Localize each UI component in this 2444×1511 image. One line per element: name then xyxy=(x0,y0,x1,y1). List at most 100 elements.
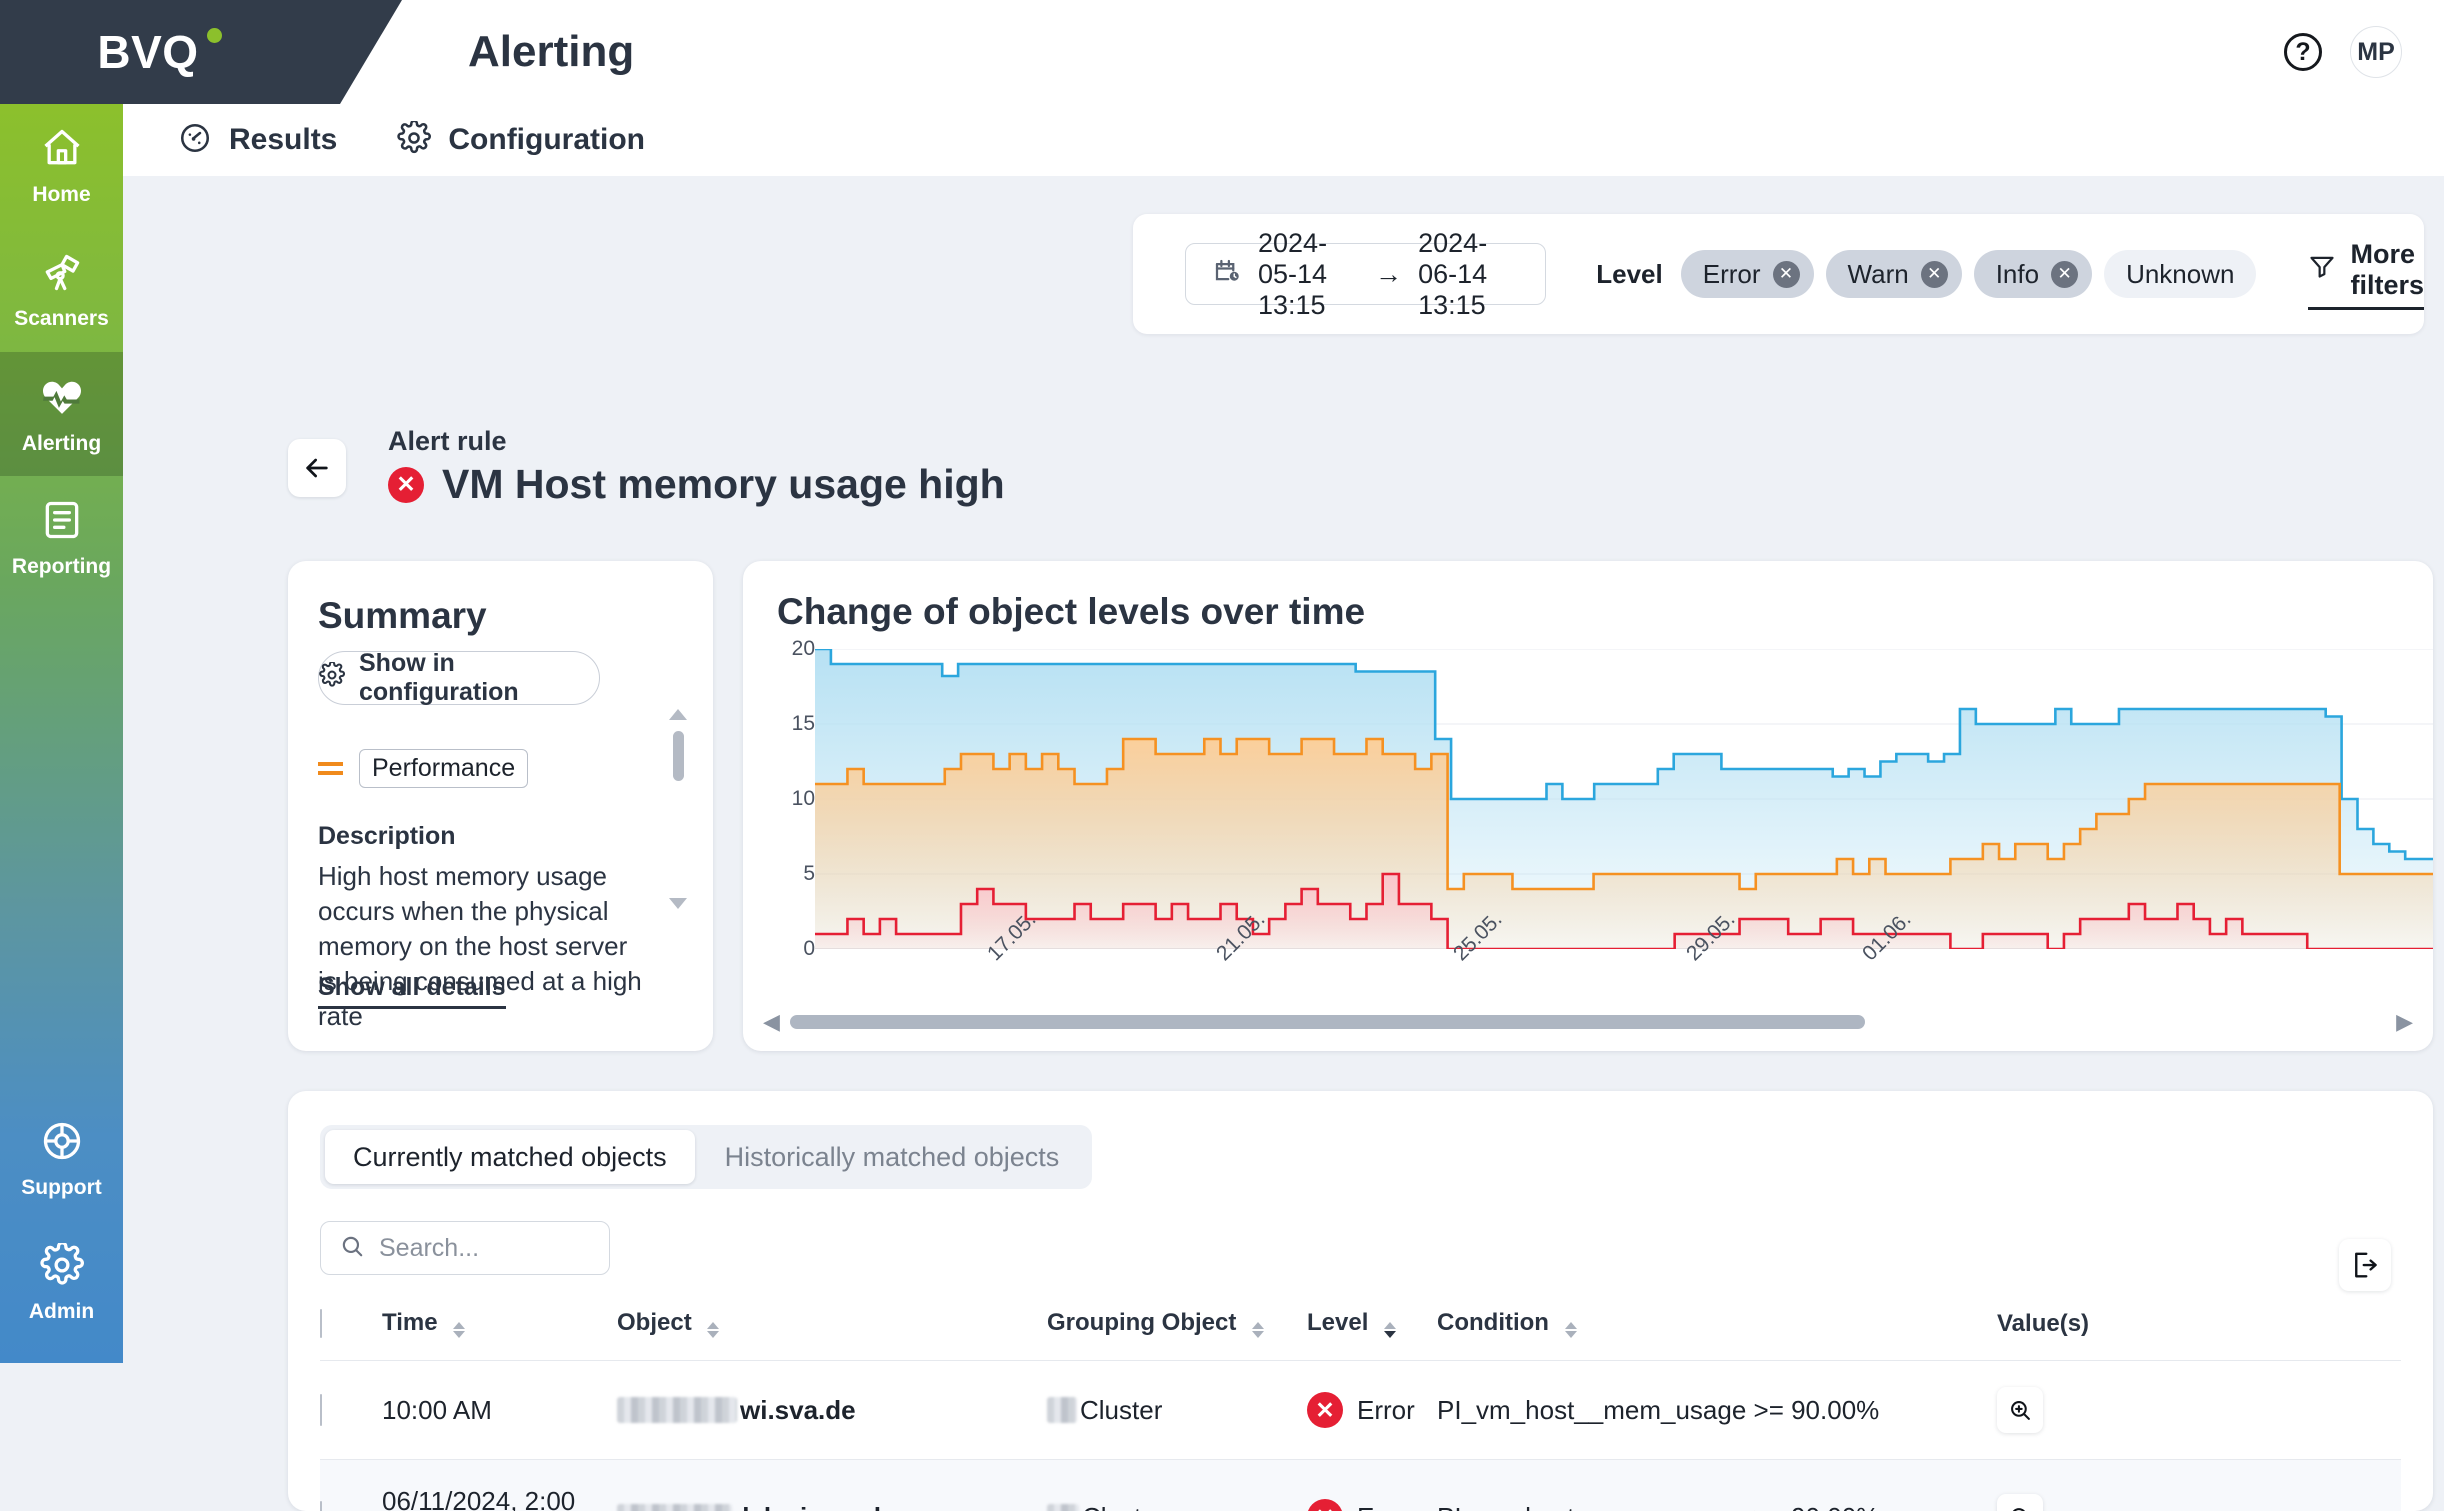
chip-label: Unknown xyxy=(2126,259,2234,290)
show-all-details-button[interactable]: Show all details xyxy=(318,973,506,1009)
column-header-condition[interactable]: Condition xyxy=(1437,1309,1997,1361)
chip-label: Info xyxy=(1996,259,2039,290)
close-icon[interactable]: ✕ xyxy=(2051,261,2078,288)
column-label: Level xyxy=(1307,1309,1368,1336)
summary-scrollbar[interactable] xyxy=(669,709,687,909)
level-chip-warn[interactable]: Warn ✕ xyxy=(1826,250,1962,298)
chevron-down-icon[interactable] xyxy=(669,898,687,909)
report-icon xyxy=(40,498,84,547)
cell-time: 06/11/2024, 2:00 PM xyxy=(382,1460,617,1511)
gear-icon xyxy=(397,121,431,160)
tab-label: Results xyxy=(229,123,337,157)
sort-icon[interactable] xyxy=(1384,1322,1396,1338)
row-checkbox[interactable] xyxy=(320,1394,322,1426)
matched-objects-table: Time Object Grouping Object Level xyxy=(320,1309,2401,1511)
sort-icon[interactable] xyxy=(453,1322,465,1338)
main-content: Alert rule ✕ VM Host memory usage high 2… xyxy=(123,176,2444,1363)
back-button[interactable] xyxy=(288,439,346,497)
error-icon: ✕ xyxy=(388,467,424,503)
cell-values xyxy=(1997,1460,2401,1511)
column-label: Object xyxy=(617,1309,692,1336)
sort-icon[interactable] xyxy=(1252,1322,1264,1338)
chevron-right-icon[interactable]: ▶ xyxy=(2396,1011,2413,1033)
error-icon: ✕ xyxy=(1307,1392,1343,1428)
levels-over-time-chart[interactable]: 05101520 17.05.21.05.25.05.29.05.01.06. xyxy=(777,649,2433,979)
sidebar-item-reporting[interactable]: Reporting xyxy=(0,476,123,600)
zoom-in-icon[interactable] xyxy=(1997,1387,2043,1433)
scrollbar-thumb[interactable] xyxy=(673,731,684,781)
column-header-time[interactable]: Time xyxy=(382,1309,617,1361)
zoom-in-icon[interactable] xyxy=(1997,1494,2043,1511)
scrollbar-thumb[interactable] xyxy=(790,1015,1865,1029)
sort-icon[interactable] xyxy=(707,1322,719,1338)
close-icon[interactable]: ✕ xyxy=(1921,261,1948,288)
column-header-values: Value(s) xyxy=(1997,1309,2401,1361)
date-from: 2024-05-14 13:15 xyxy=(1258,228,1359,321)
redacted-text xyxy=(1047,1504,1079,1511)
cell-values xyxy=(1997,1361,2401,1460)
column-header-level[interactable]: Level xyxy=(1307,1309,1437,1361)
matched-objects-tabs: Currently matched objects Historically m… xyxy=(320,1125,1092,1189)
sidebar-item-scanners[interactable]: Scanners xyxy=(0,228,123,352)
column-label: Grouping Object xyxy=(1047,1309,1236,1336)
level-chip-unknown[interactable]: Unknown xyxy=(2104,250,2256,298)
export-button[interactable] xyxy=(2339,1239,2391,1291)
sort-icon[interactable] xyxy=(1565,1322,1577,1338)
search-input[interactable]: Search... xyxy=(320,1221,610,1275)
alert-rule-heading: ✕ VM Host memory usage high xyxy=(388,461,1005,508)
sidebar-item-alerting[interactable]: Alerting xyxy=(0,352,123,476)
chevron-left-icon[interactable]: ◀ xyxy=(763,1011,780,1033)
column-header-object[interactable]: Object xyxy=(617,1309,1047,1361)
table-header-row: Time Object Grouping Object Level xyxy=(320,1309,2401,1361)
table-row[interactable]: 06/11/2024, 2:00 PM .labwi.sva.de Cluste… xyxy=(320,1460,2401,1511)
cell-level: ✕Error xyxy=(1307,1361,1437,1460)
sidebar-item-label: Home xyxy=(32,183,90,207)
logo-dot-icon xyxy=(207,28,222,43)
help-icon[interactable]: ? xyxy=(2284,33,2322,71)
chart-card: Change of object levels over time 051015… xyxy=(743,561,2433,1051)
avatar[interactable]: MP xyxy=(2350,26,2402,78)
lifebuoy-icon xyxy=(40,1119,84,1168)
funnel-icon xyxy=(2308,252,2336,287)
export-icon xyxy=(2350,1250,2380,1280)
cell-object: .labwi.sva.de xyxy=(617,1460,1047,1511)
redacted-text xyxy=(1047,1397,1077,1423)
description-label: Description xyxy=(318,822,683,851)
level-chip-error[interactable]: Error ✕ xyxy=(1681,250,1814,298)
sidebar-item-label: Scanners xyxy=(14,307,109,331)
gauge-icon xyxy=(178,121,212,160)
sidebar-item-label: Admin xyxy=(29,1300,94,1324)
column-header-grouping-object[interactable]: Grouping Object xyxy=(1047,1309,1307,1361)
chart-horizontal-scrollbar[interactable]: ◀ ▶ xyxy=(763,1015,2413,1029)
cell-grouping-object: Cluster xyxy=(1047,1460,1307,1511)
table-row[interactable]: 10:00 AM wi.sva.de Cluster ✕Error PI_vm_… xyxy=(320,1361,2401,1460)
cell-object: wi.sva.de xyxy=(617,1361,1047,1460)
summary-title: Summary xyxy=(318,595,683,637)
tab-results[interactable]: Results xyxy=(178,121,337,160)
chevron-up-icon[interactable] xyxy=(669,709,687,720)
more-filters-label: More filters xyxy=(2350,239,2424,301)
cell-condition: PI_vm_host__mem_usage >= 90.00% xyxy=(1437,1460,1997,1511)
sidebar-item-admin[interactable]: Admin xyxy=(0,1221,123,1345)
sidebar-item-support[interactable]: Support xyxy=(0,1097,123,1221)
chart-y-tick-label: 0 xyxy=(803,937,815,961)
level-filter-chips: Error ✕ Warn ✕ Info ✕ Unknown xyxy=(1681,250,2257,298)
tab-currently-matched-objects[interactable]: Currently matched objects xyxy=(325,1130,695,1184)
category-row: Performance xyxy=(318,749,683,788)
cell-level: ✕Error xyxy=(1307,1460,1437,1511)
tab-historically-matched-objects[interactable]: Historically matched objects xyxy=(697,1130,1088,1184)
search-icon xyxy=(339,1233,365,1264)
show-in-configuration-button[interactable]: Show in configuration xyxy=(318,651,600,705)
close-icon[interactable]: ✕ xyxy=(1773,261,1800,288)
logo-text: BVQ xyxy=(97,25,198,79)
app-logo[interactable]: BVQ xyxy=(0,0,340,104)
error-icon: ✕ xyxy=(1307,1499,1343,1511)
more-filters-button[interactable]: More filters xyxy=(2308,239,2424,310)
tab-configuration[interactable]: Configuration xyxy=(397,121,645,160)
select-all-checkbox[interactable] xyxy=(320,1309,322,1338)
sidebar-item-home[interactable]: Home xyxy=(0,104,123,228)
row-checkbox[interactable] xyxy=(320,1501,322,1511)
chart-y-tick-label: 20 xyxy=(792,637,815,661)
date-range-picker[interactable]: 2024-05-14 13:15 → 2024-06-14 13:15 xyxy=(1185,243,1546,305)
level-chip-info[interactable]: Info ✕ xyxy=(1974,250,2092,298)
